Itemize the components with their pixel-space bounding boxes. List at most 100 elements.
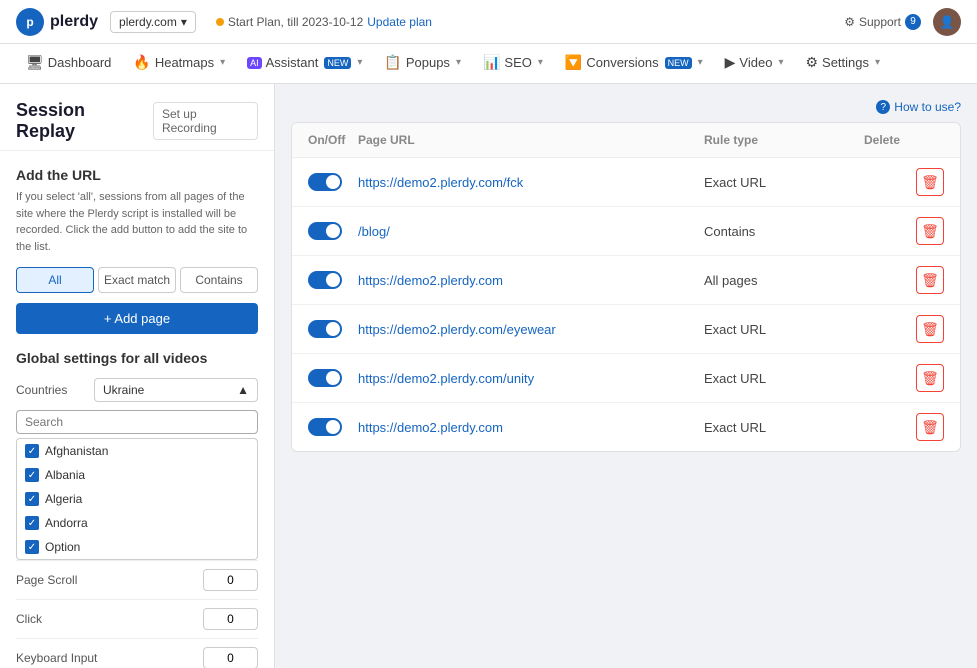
checkbox-algeria[interactable] [25,492,39,506]
toggle-row3[interactable] [308,271,342,289]
delete-button-row6[interactable]: 🗑 [916,413,944,441]
nav-label-dashboard: Dashboard [48,55,112,70]
toggle-row6[interactable] [308,418,342,436]
setup-recording-link[interactable]: Set up Recording [153,102,258,140]
countries-label: Countries [16,383,86,397]
update-plan-link[interactable]: Update plan [367,15,432,29]
rule-row6: Exact URL [704,420,864,435]
checkbox-option[interactable] [25,540,39,554]
add-url-title: Add the URL [16,167,258,183]
keyboard-input-label: Keyboard Input [16,651,195,665]
list-item[interactable]: Algeria [17,487,257,511]
popups-icon: 📋 [384,54,401,71]
table-header: On/Off Page URL Rule type Delete [292,123,960,158]
click-input[interactable] [203,608,258,630]
country-search-input[interactable] [16,410,258,434]
toggle-row2[interactable] [308,222,342,240]
rule-row2: Contains [704,224,864,239]
col-url: Page URL [358,133,704,147]
video-icon: ▶ [725,54,736,71]
chevron-down-icon: ▾ [220,57,225,68]
plan-info: Start Plan, till 2023-10-12 Update plan [216,15,432,29]
table-row: /blog/ Contains 🗑 [292,207,960,256]
dashboard-icon: 🖥 [26,54,44,71]
add-url-desc: If you select 'all', sessions from all p… [16,189,258,255]
chevron-down-icon: ▾ [181,15,187,29]
filter-tab-exact[interactable]: Exact match [98,267,176,293]
avatar[interactable]: 👤 [933,8,961,36]
checkbox-andorra[interactable] [25,516,39,530]
toggle-row1[interactable] [308,173,342,191]
session-replay-header: Session Replay Set up Recording [0,84,274,151]
left-panel: Session Replay Set up Recording Add the … [0,84,275,668]
nav-item-popups[interactable]: 📋 Popups ▾ [374,44,471,84]
list-item[interactable]: Option [17,535,257,559]
delete-button-row2[interactable]: 🗑 [916,217,944,245]
nav-label-video: Video [739,55,772,70]
delete-button-row5[interactable]: 🗑 [916,364,944,392]
list-item[interactable]: Andorra [17,511,257,535]
page-scroll-row: Page Scroll [16,560,258,599]
table-row: https://demo2.plerdy.com/unity Exact URL… [292,354,960,403]
new-badge-conversions: NEW [665,57,692,69]
url-row5[interactable]: https://demo2.plerdy.com/unity [358,371,704,386]
logo-icon: p [16,8,44,36]
list-item[interactable]: Albania [17,463,257,487]
keyboard-input-row: Keyboard Input [16,638,258,668]
filter-tabs: All Exact match Contains [16,267,258,293]
delete-button-row4[interactable]: 🗑 [916,315,944,343]
nav-label-seo: SEO [504,55,531,70]
table-row: https://demo2.plerdy.com All pages 🗑 [292,256,960,305]
chevron-down-icon: ▾ [778,57,783,68]
nav-label-settings: Settings [822,55,869,70]
nav-item-heatmaps[interactable]: 🔥 Heatmaps ▾ [123,44,235,84]
url-row3[interactable]: https://demo2.plerdy.com [358,273,704,288]
right-panel: ? How to use? On/Off Page URL Rule type … [275,84,977,668]
page-title: Session Replay [16,100,141,142]
page-scroll-label: Page Scroll [16,573,195,587]
toggle-row4[interactable] [308,320,342,338]
nav-item-conversions[interactable]: 🔽 Conversions NEW ▾ [555,44,713,84]
list-item[interactable]: Afghanistan [17,439,257,463]
add-page-button[interactable]: + Add page [16,303,258,334]
keyboard-input-field[interactable] [203,647,258,668]
seo-icon: 📊 [483,54,500,71]
countries-select[interactable]: Ukraine ▲ [94,378,258,402]
how-to-use-link[interactable]: ? How to use? [876,100,961,114]
rule-row1: Exact URL [704,175,864,190]
nav-item-video[interactable]: ▶ Video ▾ [715,44,794,84]
url-row4[interactable]: https://demo2.plerdy.com/eyewear [358,322,704,337]
ai-icon: AI [247,57,262,69]
question-icon: ? [876,100,890,114]
url-row6[interactable]: https://demo2.plerdy.com [358,420,704,435]
main-content: Session Replay Set up Recording Add the … [0,84,977,668]
chevron-down-icon: ▾ [538,57,543,68]
nav-label-heatmaps: Heatmaps [155,55,214,70]
url-row1[interactable]: https://demo2.plerdy.com/fck [358,175,704,190]
country-dropdown-list: Afghanistan Albania Algeria Andorra [16,438,258,560]
plan-dot [216,18,224,26]
nav-item-assistant[interactable]: AI Assistant NEW ▾ [237,44,372,84]
topbar-right: ⚙ Support 9 👤 [844,8,961,36]
nav-item-settings[interactable]: ⚙ Settings ▾ [795,44,890,84]
rule-row4: Exact URL [704,322,864,337]
chevron-down-icon: ▾ [875,57,880,68]
filter-tab-contains[interactable]: Contains [180,267,258,293]
page-scroll-input[interactable] [203,569,258,591]
settings-icon: ⚙ [805,54,818,71]
filter-tab-all[interactable]: All [16,267,94,293]
domain-selector[interactable]: plerdy.com ▾ [110,11,196,33]
nav-item-dashboard[interactable]: 🖥 Dashboard [16,44,121,84]
checkbox-afghanistan[interactable] [25,444,39,458]
toggle-row5[interactable] [308,369,342,387]
delete-button-row1[interactable]: 🗑 [916,168,944,196]
gear-icon: ⚙ [844,15,855,29]
nav-item-seo[interactable]: 📊 SEO ▾ [473,44,553,84]
support-badge: 9 [905,14,921,30]
checkbox-albania[interactable] [25,468,39,482]
delete-button-row3[interactable]: 🗑 [916,266,944,294]
url-row2[interactable]: /blog/ [358,224,704,239]
topbar: p plerdy plerdy.com ▾ Start Plan, till 2… [0,0,977,44]
support-button[interactable]: ⚙ Support 9 [844,14,921,30]
click-label: Click [16,612,195,626]
